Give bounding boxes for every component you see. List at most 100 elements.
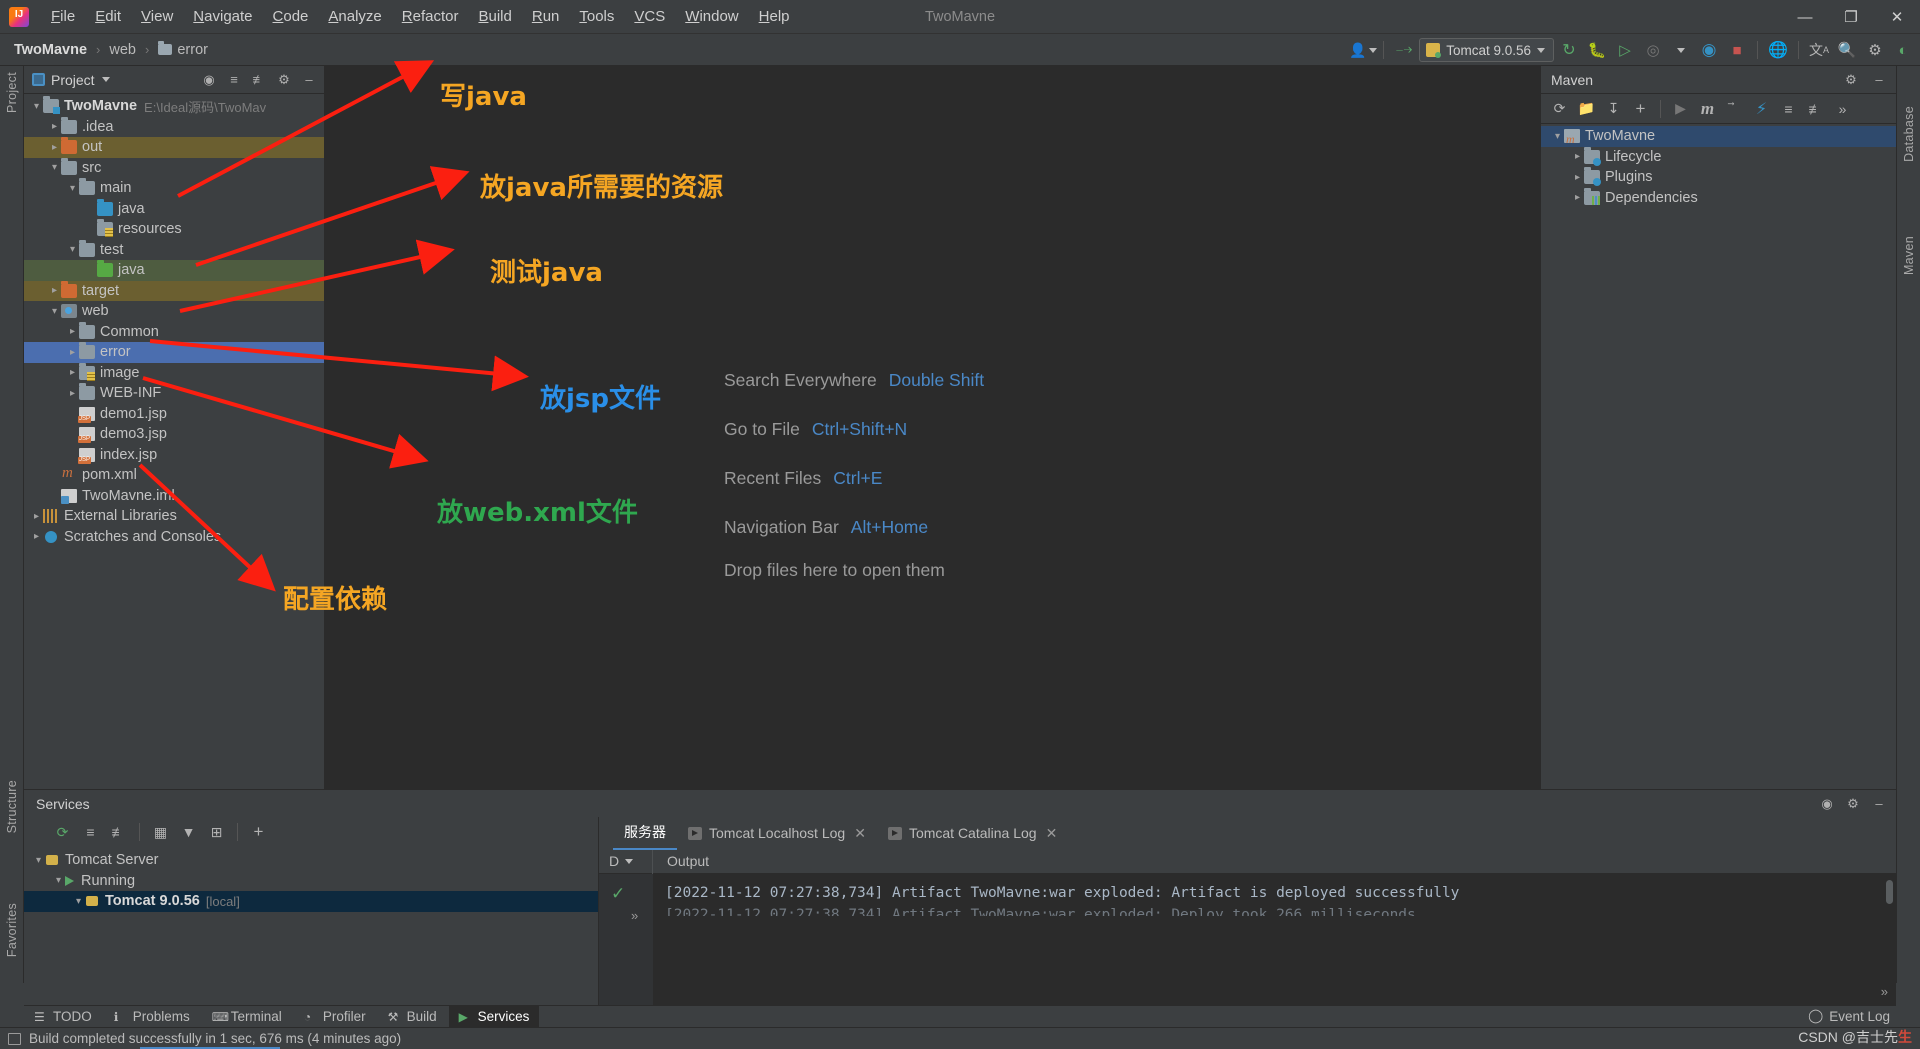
- project-tree-item-test[interactable]: test: [24, 239, 324, 261]
- chevron-down-icon[interactable]: [625, 858, 634, 864]
- bottom-tab-terminal[interactable]: ⌨ Terminal: [202, 1006, 292, 1028]
- more-icon[interactable]: »: [1881, 984, 1888, 999]
- breadcrumb[interactable]: TwoMavne › web › error: [10, 40, 212, 59]
- rail-item-favorites[interactable]: Favorites: [5, 903, 19, 957]
- collapse-all-icon[interactable]: ≢: [248, 69, 270, 91]
- chevron-down-icon[interactable]: [66, 183, 79, 194]
- project-tree-item--idea[interactable]: .idea: [24, 116, 324, 138]
- breadcrumb-item-error[interactable]: error: [154, 40, 212, 59]
- menu-code[interactable]: Code: [263, 4, 319, 29]
- project-tree-item-image[interactable]: image: [24, 362, 324, 384]
- chevron-down-icon[interactable]: [30, 101, 43, 112]
- menu-run[interactable]: Run: [522, 4, 570, 29]
- add-icon[interactable]: +: [1628, 96, 1653, 121]
- run-coverage-icon[interactable]: ▷: [1612, 37, 1638, 63]
- plugin-icon[interactable]: ◐: [1890, 37, 1916, 63]
- target-icon[interactable]: ◉: [1816, 793, 1838, 815]
- add-tab-icon[interactable]: ⊞: [204, 820, 229, 845]
- project-tree-item-index-jsp[interactable]: index.jsp: [24, 445, 324, 466]
- services-tree-item-running[interactable]: Running: [24, 871, 598, 892]
- window-controls[interactable]: — ❐ ✕: [1782, 0, 1920, 34]
- output-filter-cell[interactable]: D: [599, 848, 653, 874]
- expand-all-icon[interactable]: ≡: [223, 69, 245, 91]
- maven-tree-item-twomavne[interactable]: TwoMavne: [1541, 126, 1896, 147]
- search-icon[interactable]: 🔍: [1834, 37, 1860, 63]
- locate-file-icon[interactable]: ◉: [198, 69, 220, 91]
- execute-goal-icon[interactable]: ⚡: [1749, 96, 1774, 121]
- maven-goal-icon[interactable]: m: [1695, 96, 1720, 121]
- profile-icon[interactable]: ◎: [1640, 37, 1666, 63]
- project-tree-item-src[interactable]: src: [24, 157, 324, 179]
- chevron-right-icon[interactable]: [30, 531, 43, 542]
- project-tree-item-external-libraries[interactable]: External Libraries: [24, 506, 324, 527]
- chevron-down-icon[interactable]: [48, 162, 61, 173]
- close-icon[interactable]: ✕: [1046, 825, 1058, 842]
- menu-analyze[interactable]: Analyze: [318, 4, 391, 29]
- project-tree-item-pom-xml[interactable]: pom.xml: [24, 465, 324, 486]
- chevron-down-icon[interactable]: [66, 244, 79, 255]
- close-button[interactable]: ✕: [1874, 0, 1920, 34]
- menu-file[interactable]: File: [41, 4, 85, 29]
- rerun-icon[interactable]: ⟳: [50, 820, 75, 845]
- hide-icon[interactable]: –: [1868, 69, 1890, 91]
- settings-gear-icon[interactable]: ⚙: [1840, 69, 1862, 91]
- run-configuration-selector[interactable]: Tomcat 9.0.56: [1419, 38, 1554, 62]
- run-icon[interactable]: ↻: [1556, 37, 1582, 63]
- chevron-down-icon[interactable]: [32, 855, 45, 866]
- project-tree-item-java[interactable]: java: [24, 260, 324, 281]
- maven-tree-item-lifecycle[interactable]: Lifecycle: [1541, 146, 1896, 168]
- menu-vcs[interactable]: VCS: [624, 4, 675, 29]
- stop-icon[interactable]: ■: [1724, 37, 1750, 63]
- project-tree-item-demo1-jsp[interactable]: demo1.jsp: [24, 404, 324, 425]
- bottom-tool-tabs[interactable]: ☰ TODO ℹ Problems ⌨ Terminal ◔ Profiler ⚒ Build ▶ S…: [24, 1005, 1896, 1028]
- minimize-button[interactable]: —: [1782, 0, 1828, 34]
- maven-tree-item-dependencies[interactable]: Dependencies: [1541, 187, 1896, 209]
- chevron-down-icon[interactable]: [1668, 37, 1694, 63]
- chevron-right-icon[interactable]: [66, 367, 79, 378]
- menu-view[interactable]: View: [131, 4, 183, 29]
- menu-refactor[interactable]: Refactor: [392, 4, 469, 29]
- services-tabs[interactable]: 服务器 Tomcat Localhost Log ✕ Tomcat Catalina …: [599, 817, 1896, 850]
- expand-all-icon[interactable]: ≡: [1776, 96, 1801, 121]
- generate-sources-icon[interactable]: 📁: [1574, 96, 1599, 121]
- build-hammer-icon[interactable]: ⤍: [1391, 37, 1417, 63]
- update-app-icon[interactable]: ◉: [1696, 37, 1722, 63]
- bottom-tab-todo[interactable]: ☰ TODO: [24, 1006, 102, 1028]
- chevron-right-icon[interactable]: [66, 347, 79, 358]
- bottom-tab-problems[interactable]: ℹ Problems: [104, 1006, 200, 1028]
- maximize-button[interactable]: ❐: [1828, 0, 1874, 34]
- hide-icon[interactable]: –: [298, 69, 320, 91]
- menu-help[interactable]: Help: [749, 4, 800, 29]
- main-toolbar[interactable]: 👤 ⤍ Tomcat 9.0.56 ↻ 🐛 ▷ ◎ ◉ ■ 🌐 文A 🔍 ⚙ ◐: [1349, 34, 1916, 66]
- close-icon[interactable]: ✕: [854, 825, 866, 842]
- rail-item-project[interactable]: Project: [5, 72, 19, 113]
- project-tree-item-scratches-and-consoles[interactable]: Scratches and Consoles: [24, 527, 324, 548]
- chevron-right-icon[interactable]: [66, 326, 79, 337]
- collapse-all-icon[interactable]: ≢: [1803, 96, 1828, 121]
- breadcrumb-item-web[interactable]: web: [105, 41, 140, 59]
- debug-icon[interactable]: 🐛: [1584, 37, 1610, 63]
- services-tab-2[interactable]: Tomcat Catalina Log ✕: [877, 819, 1068, 848]
- chevron-right-icon[interactable]: [48, 285, 61, 296]
- chevron-down-icon[interactable]: [48, 306, 61, 317]
- chevron-right-icon[interactable]: [1571, 151, 1584, 162]
- settings-gear-icon[interactable]: ⚙: [273, 69, 295, 91]
- bottom-tab-profiler[interactable]: ◔ Profiler: [294, 1006, 376, 1028]
- reimport-icon[interactable]: ⟳: [1547, 96, 1572, 121]
- maven-tree-item-plugins[interactable]: Plugins: [1541, 167, 1896, 188]
- menu-navigate[interactable]: Navigate: [183, 4, 262, 29]
- services-tree-item-tomcat-9-0-56[interactable]: Tomcat 9.0.56 [local]: [24, 891, 598, 912]
- settings-gear-icon[interactable]: ⚙: [1842, 793, 1864, 815]
- project-tree-item-resources[interactable]: resources: [24, 219, 324, 240]
- rail-item-structure[interactable]: Structure: [5, 780, 19, 833]
- filter-icon[interactable]: ▼: [176, 820, 201, 845]
- bottom-tab-build[interactable]: ⚒ Build: [378, 1006, 447, 1028]
- rail-item-database[interactable]: Database: [1902, 106, 1916, 162]
- account-icon[interactable]: 👤: [1349, 37, 1378, 63]
- project-tree-item-main[interactable]: main: [24, 178, 324, 199]
- chevron-down-icon[interactable]: [72, 896, 85, 907]
- more-icon[interactable]: »: [1830, 96, 1855, 121]
- project-tree-item-web[interactable]: web: [24, 301, 324, 322]
- project-tree-item-common[interactable]: Common: [24, 321, 324, 343]
- settings-gear-icon[interactable]: ⚙: [1862, 37, 1888, 63]
